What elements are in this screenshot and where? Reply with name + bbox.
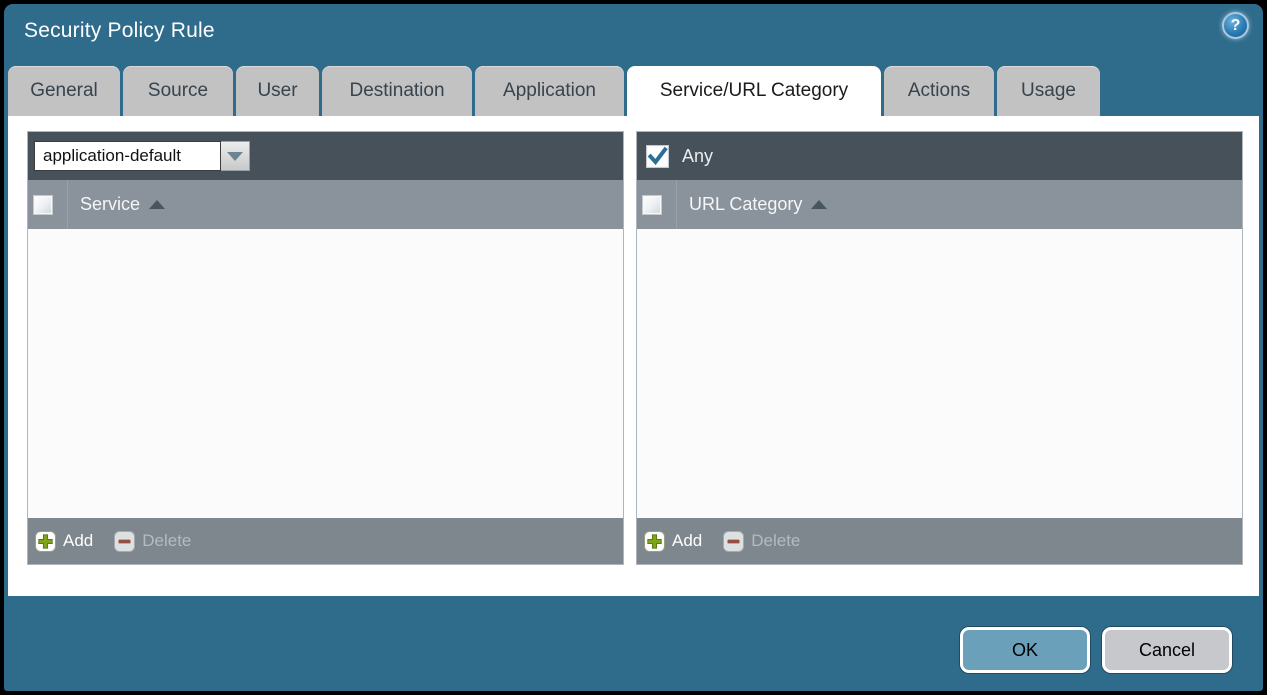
tab-bar: General Source User Destination Applicat… [8, 66, 1100, 116]
url-category-panel-header: Any [637, 132, 1242, 180]
tab-source[interactable]: Source [123, 66, 233, 116]
service-column-header: Service [28, 180, 623, 229]
tab-general[interactable]: General [8, 66, 120, 116]
service-column-label[interactable]: Service [80, 194, 140, 215]
url-category-panel: Any URL Category Add Delete [636, 131, 1243, 565]
tab-usage[interactable]: Usage [997, 66, 1100, 116]
help-icon[interactable]: ? [1222, 12, 1249, 39]
delete-icon [723, 530, 745, 552]
url-category-delete-button[interactable]: Delete [723, 530, 801, 552]
url-category-list[interactable] [637, 229, 1242, 518]
tab-user[interactable]: User [236, 66, 319, 116]
service-panel-footer: Add Delete [28, 518, 623, 564]
sort-ascending-icon[interactable] [811, 200, 828, 209]
security-policy-rule-dialog: Security Policy Rule ? General Source Us… [4, 4, 1263, 691]
delete-label: Delete [751, 531, 801, 550]
url-category-add-button[interactable]: Add [644, 530, 703, 552]
service-type-value[interactable]: application-default [34, 141, 221, 171]
service-panel: application-default Service Add Delete [27, 131, 624, 565]
column-separator [676, 180, 677, 229]
add-icon [35, 530, 56, 552]
service-list[interactable] [28, 229, 623, 518]
url-category-column-header: URL Category [637, 180, 1242, 229]
delete-label: Delete [142, 531, 192, 550]
tab-application[interactable]: Application [475, 66, 624, 116]
chevron-down-icon [227, 151, 243, 161]
sort-ascending-icon[interactable] [149, 200, 166, 209]
tab-actions[interactable]: Actions [884, 66, 994, 116]
delete-icon [114, 530, 136, 552]
dialog-title: Security Policy Rule [24, 19, 215, 42]
add-label: Add [63, 531, 94, 550]
tab-content: application-default Service Add Delete A… [8, 116, 1259, 596]
service-panel-header: application-default [28, 132, 623, 180]
service-add-button[interactable]: Add [35, 530, 94, 552]
ok-button[interactable]: OK [960, 627, 1090, 673]
service-select-all-checkbox[interactable] [33, 194, 53, 215]
cancel-button[interactable]: Cancel [1102, 627, 1232, 673]
url-category-column-label[interactable]: URL Category [689, 194, 802, 215]
dropdown-arrow-button[interactable] [221, 141, 250, 171]
url-category-panel-footer: Add Delete [637, 518, 1242, 564]
tab-destination[interactable]: Destination [322, 66, 472, 116]
add-label: Add [672, 531, 703, 550]
checkmark-icon [647, 146, 668, 165]
any-checkbox[interactable] [646, 144, 669, 168]
url-category-select-all-checkbox[interactable] [642, 194, 662, 215]
add-icon [644, 530, 665, 552]
service-delete-button[interactable]: Delete [114, 530, 192, 552]
column-separator [67, 180, 68, 229]
tab-service-url-category[interactable]: Service/URL Category [627, 66, 881, 116]
service-type-dropdown[interactable]: application-default [34, 141, 250, 171]
any-label[interactable]: Any [682, 146, 713, 167]
